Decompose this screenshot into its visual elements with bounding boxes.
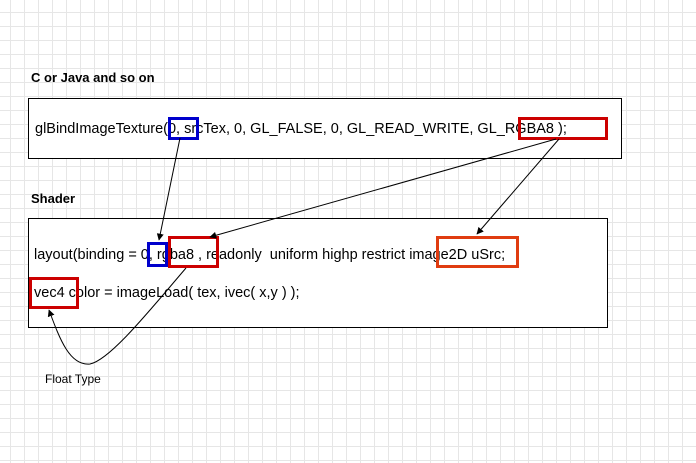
connector-layer [47,137,560,365]
format-to-image2d-connector [476,138,560,235]
float-type-connector [47,267,187,365]
binding-connector [156,137,181,241]
format-to-rgba8-connector [209,138,557,239]
